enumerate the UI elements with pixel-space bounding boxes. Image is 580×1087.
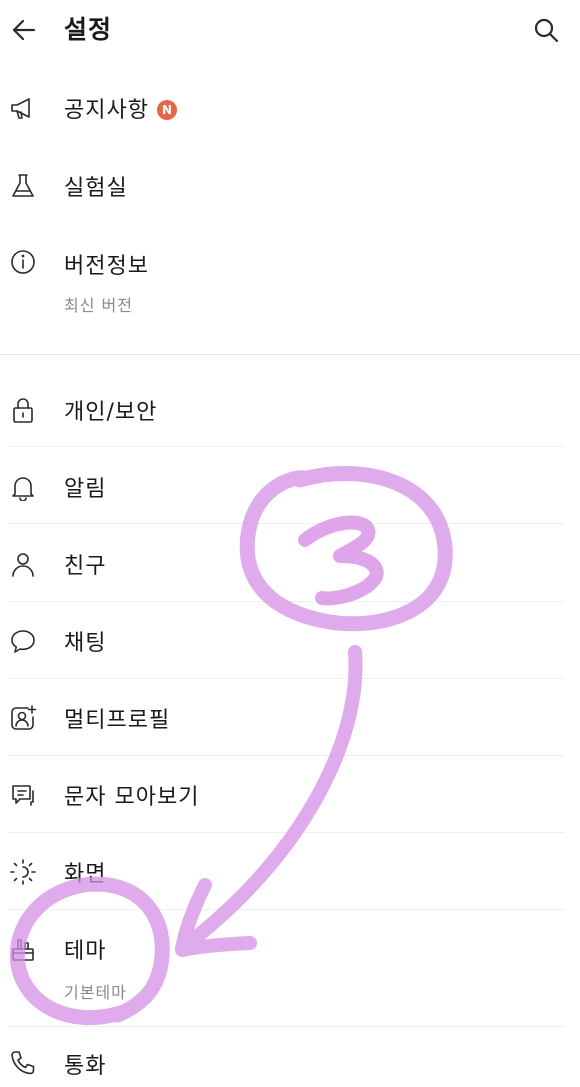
menu-item-label: 통화 [64,1054,107,1079]
search-icon [534,18,559,43]
menu-item-label: 테마 [64,939,107,964]
lock-icon [6,393,40,427]
chat-bubble-icon [6,624,40,658]
menu-item-label: 문자 모아보기 [64,785,200,810]
menu-item-label: 공지사항 [64,98,149,123]
menu-item-label: 알림 [64,477,107,502]
menu-item-call[interactable]: 통화 [0,1034,580,1087]
brightness-icon [6,855,40,889]
menu-item-label: 화면 [64,862,107,887]
message-stack-icon [6,778,40,812]
menu-item-notifications[interactable]: 알림 [0,455,580,519]
back-button[interactable] [6,12,42,48]
new-badge: N [156,100,177,120]
search-button[interactable] [528,12,564,48]
info-icon [6,245,40,279]
menu-item-label: 실험실 [64,176,128,201]
divider [8,755,564,756]
divider [8,601,564,602]
bell-icon [6,470,40,504]
section-divider [0,354,580,355]
divider [8,446,564,447]
divider [8,832,564,833]
menu-item-chat[interactable]: 채팅 [0,609,580,673]
menu-item-lab[interactable]: 실험실 [0,154,580,218]
arrow-left-icon [12,19,36,41]
menu-item-sublabel: 최신 버전 [64,296,133,315]
menu-item-version[interactable]: 버전정보 최신 버전 [0,232,580,332]
divider [8,678,564,679]
flask-icon [6,169,40,203]
divider [8,1026,564,1027]
menu-item-label: 멀티프로필 [64,708,171,733]
person-icon [6,547,40,581]
page-title: 설정 [64,15,113,44]
menu-item-label: 친구 [64,554,107,579]
menu-item-label: 개인/보안 [64,400,158,425]
menu-item-friends[interactable]: 친구 [0,532,580,596]
divider [8,523,564,524]
divider [8,909,564,910]
menu-item-display[interactable]: 화면 [0,840,580,904]
menu-item-label: 채팅 [64,631,107,656]
menu-item-sms-collection[interactable]: 문자 모아보기 [0,763,580,827]
app-header: 설정 [0,0,580,58]
profile-plus-icon [6,701,40,735]
menu-item-multiprofile[interactable]: 멀티프로필 [0,686,580,750]
phone-icon [6,1046,40,1080]
menu-item-theme[interactable]: 테마 기본테마 [0,917,580,1017]
menu-item-notice[interactable]: 공지사항 N [0,76,580,140]
menu-item-label: 버전정보 [64,254,149,279]
menu-item-sublabel: 기본테마 [64,983,127,1002]
paint-brush-icon [6,932,40,966]
menu-item-privacy[interactable]: 개인/보안 [0,378,580,442]
megaphone-icon [6,91,40,125]
